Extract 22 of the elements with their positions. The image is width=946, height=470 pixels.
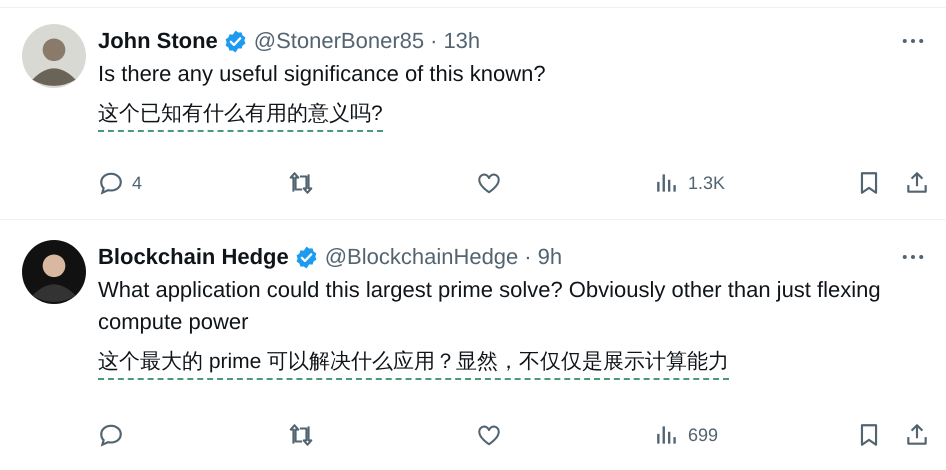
author-name[interactable]: Blockchain Hedge [98, 244, 289, 270]
reply-icon[interactable] [98, 422, 124, 448]
separator: · [430, 28, 438, 54]
avatar[interactable] [22, 240, 86, 304]
repost-icon[interactable] [288, 170, 314, 196]
post-text: Is there any useful significance of this known? [98, 60, 547, 88]
view-count: 699 [688, 424, 718, 446]
view-count: 1.3K [688, 172, 726, 194]
post-time[interactable]: 13h [443, 28, 480, 54]
repost-icon[interactable] [288, 422, 314, 448]
translated-text: 这个已知有什么有用的意义吗? [98, 100, 383, 132]
author-handle[interactable]: @StonerBoner85 [254, 28, 424, 54]
reply-count: 4 [132, 172, 142, 194]
post-time[interactable]: 9h [538, 244, 562, 270]
translated-text: 这个最大的 prime 可以解决什么应用？显然，不仅仅是展示计算能力 [98, 348, 730, 380]
more-icon[interactable] [902, 254, 924, 260]
author-handle[interactable]: @BlockchainHedge [324, 244, 518, 270]
more-icon[interactable] [902, 38, 924, 44]
reply-icon[interactable] [98, 170, 124, 196]
post-text: What application could this largest prime solve? Obviously other than just flexing compute power [98, 276, 882, 336]
separator: · [524, 244, 532, 270]
author-name[interactable]: John Stone [98, 28, 218, 54]
